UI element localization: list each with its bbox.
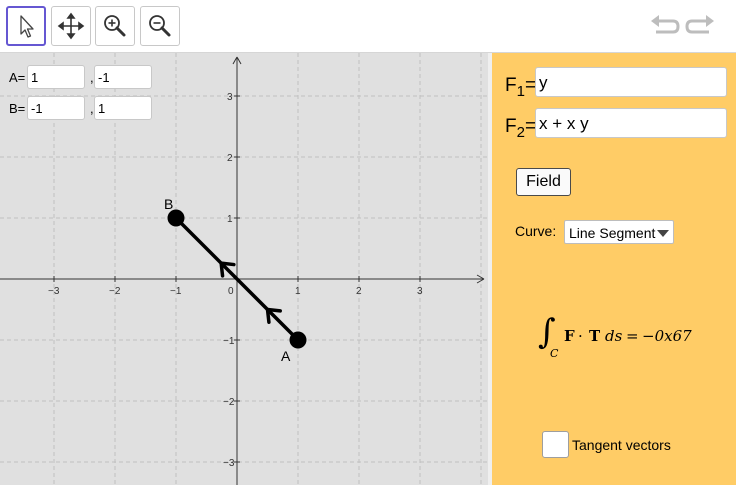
undo-button[interactable] xyxy=(649,12,681,42)
undo-icon xyxy=(651,15,680,34)
x-tick-label: 2 xyxy=(356,286,362,297)
ds-term: ds xyxy=(605,327,623,345)
move-graphics-view-button[interactable] xyxy=(51,6,91,46)
x-tick-label: −2 xyxy=(109,286,121,297)
graphics-view[interactable]: −3 −2 −1 0 1 2 3 3 2 1 −1 −2 −3 AB A= 1 , -1 B= -1 ,… xyxy=(0,53,488,485)
zoom-out-icon xyxy=(149,15,171,37)
zoom-in-button[interactable] xyxy=(95,6,135,46)
y-tick-label: −2 xyxy=(223,397,235,408)
y-tick-label: 2 xyxy=(227,153,233,164)
integral-result: −0x67 xyxy=(642,327,692,345)
arrow-cursor-icon xyxy=(20,15,34,38)
equals-sign: = xyxy=(626,327,639,345)
control-panel: F1= y F2= x + x y Field Curve: Line Segm… xyxy=(492,53,736,485)
point-label-a: A xyxy=(281,348,291,364)
point-b-x-input[interactable]: -1 xyxy=(27,96,85,120)
f2-input[interactable]: x + x y xyxy=(535,108,727,138)
curve-label: Curve: xyxy=(515,223,557,239)
x-tick-label: 1 xyxy=(295,286,301,297)
integral-sign: ∫ xyxy=(538,312,556,352)
f2-label: F2= xyxy=(505,116,537,141)
points[interactable]: AB xyxy=(164,196,307,364)
y-tick-label: −1 xyxy=(223,336,235,347)
vector-t: T xyxy=(589,327,601,345)
toolbar xyxy=(0,0,736,53)
point-b[interactable] xyxy=(167,209,185,227)
tick-labels: −3 −2 −1 0 1 2 3 3 2 1 −1 −2 −3 xyxy=(48,92,423,469)
x-tick-label: −3 xyxy=(48,286,60,297)
tangent-vectors-label: Tangent vectors xyxy=(572,437,671,453)
f1-label: F1= xyxy=(505,75,537,100)
zoom-out-button[interactable] xyxy=(140,6,180,46)
y-tick-label: 1 xyxy=(227,214,233,225)
integral-subscript: C xyxy=(550,347,559,360)
field-button[interactable]: Field xyxy=(516,168,571,196)
point-a-x-input[interactable]: 1 xyxy=(27,65,85,89)
x-tick-label: −1 xyxy=(170,286,182,297)
redo-icon xyxy=(685,15,714,34)
y-tick-label: 3 xyxy=(227,92,233,103)
f1-input[interactable]: y xyxy=(535,67,727,97)
point-a-y-input[interactable]: -1 xyxy=(94,65,152,89)
move-arrows-icon xyxy=(57,12,85,40)
curve-selected-value: Line Segment xyxy=(569,225,656,241)
redo-button[interactable] xyxy=(684,12,716,42)
point-b-label: B= xyxy=(9,101,26,116)
x-tick-label: 0 xyxy=(228,286,234,297)
point-b-y-input[interactable]: 1 xyxy=(94,96,152,120)
zoom-in-icon xyxy=(104,15,126,37)
curve-select[interactable]: Line Segment xyxy=(564,220,674,244)
tangent-vectors-checkbox[interactable] xyxy=(542,431,569,458)
y-tick-label: −3 xyxy=(223,458,235,469)
dot-operator: · xyxy=(578,327,583,345)
chevron-down-icon xyxy=(657,230,669,237)
line-integral-formula: ∫ C F · T ds = −0x67 xyxy=(538,315,708,365)
point-label-b: B xyxy=(164,196,173,212)
point-a[interactable] xyxy=(289,331,307,349)
move-tool-button[interactable] xyxy=(6,6,46,46)
vector-f: F xyxy=(564,327,575,345)
axes xyxy=(0,56,485,485)
x-tick-label: 3 xyxy=(417,286,423,297)
point-a-label: A= xyxy=(9,70,26,85)
